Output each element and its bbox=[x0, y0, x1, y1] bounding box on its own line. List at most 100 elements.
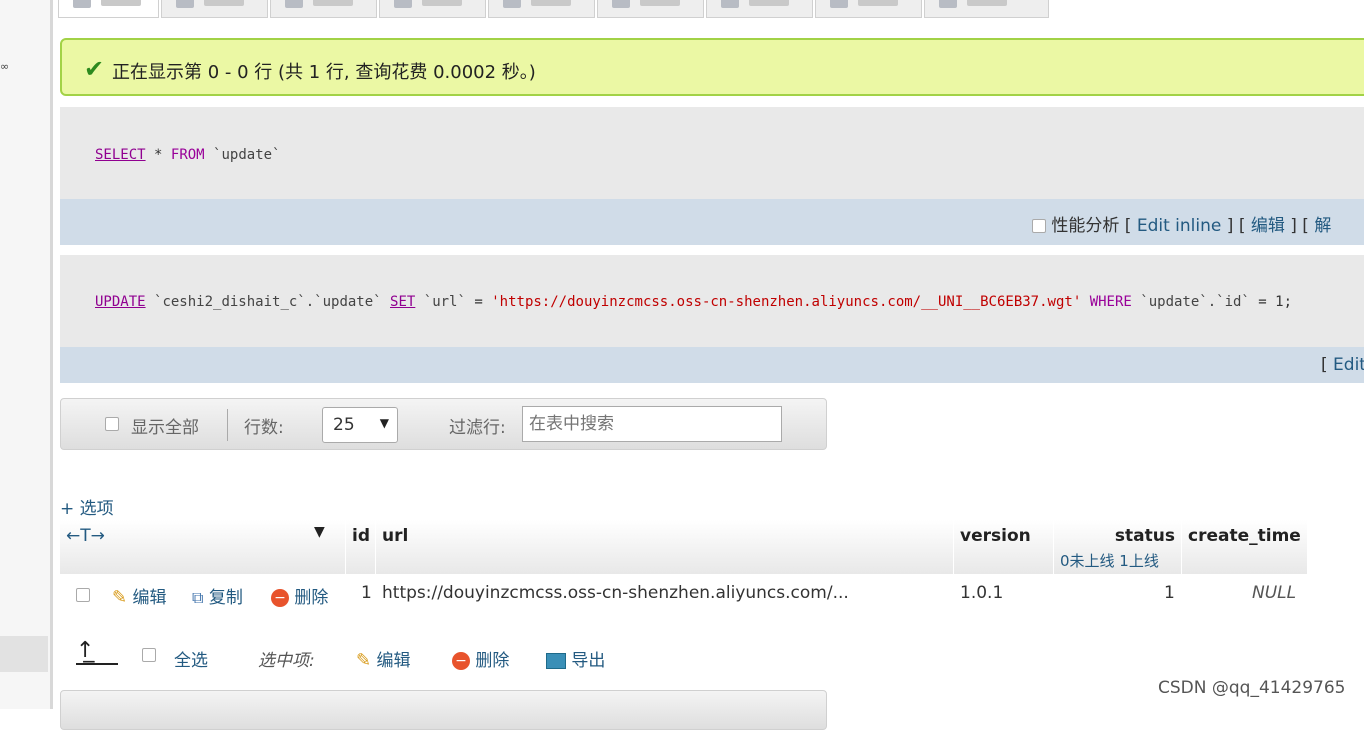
table-row: ✎ 编辑 ⧉ 复制 − 删除 1 https://douyinzcmcss.os… bbox=[60, 576, 1308, 612]
sql-column: `url` bbox=[423, 294, 466, 310]
structure-icon bbox=[176, 0, 194, 8]
sql-equals: = bbox=[474, 294, 483, 310]
success-message: ✔ 正在显示第 0 - 0 行 (共 1 行, 查询花费 0.0002 秒。) bbox=[60, 38, 1364, 96]
bulk-export-label: 导出 bbox=[571, 651, 606, 671]
column-header-create-time-label: create_time bbox=[1188, 526, 1301, 546]
column-menu-icon[interactable]: ▼ bbox=[314, 524, 325, 540]
edit-inline-link[interactable]: Edit bbox=[1333, 355, 1364, 375]
row-copy-action[interactable]: ⧉ 复制 bbox=[192, 583, 243, 608]
row-edit-action[interactable]: ✎ 编辑 bbox=[112, 583, 167, 608]
bulk-export-action[interactable]: 导出 bbox=[546, 646, 605, 671]
sql-keyword-select[interactable]: SELECT bbox=[95, 147, 146, 163]
bulk-actions-bar: ↑̲̲ 全选 选中项: ✎ 编辑 − 删除 导出 bbox=[60, 638, 660, 678]
tab-label-redacted bbox=[531, 0, 571, 6]
link-icon[interactable]: ∞ bbox=[0, 60, 9, 73]
tab-label-redacted bbox=[858, 0, 898, 6]
rows-select-value: 25 bbox=[333, 415, 355, 435]
query-actions: [ Edit bbox=[1321, 355, 1364, 375]
watermark: CSDN @qq_41429765 bbox=[1158, 678, 1346, 698]
table-header-controls: ←T→ ▼ bbox=[60, 520, 346, 574]
column-header-url[interactable]: url bbox=[376, 520, 954, 574]
tab-label-redacted bbox=[101, 0, 141, 6]
pencil-icon: ✎ bbox=[356, 650, 372, 671]
filter-rows-input[interactable] bbox=[522, 406, 782, 442]
tab-insert[interactable] bbox=[488, 0, 595, 18]
row-checkbox[interactable] bbox=[76, 588, 90, 602]
delete-icon: − bbox=[271, 589, 289, 607]
left-navigation-panel: ∞ bbox=[0, 0, 53, 709]
tab-import[interactable] bbox=[706, 0, 813, 18]
options-link[interactable]: + 选项 bbox=[60, 494, 114, 519]
insert-icon bbox=[503, 0, 521, 8]
pencil-icon: ✎ bbox=[112, 587, 128, 608]
sql-keyword-update[interactable]: UPDATE bbox=[95, 294, 146, 310]
arrows-icon[interactable]: ←T→ bbox=[66, 526, 105, 546]
tab-privileges[interactable] bbox=[815, 0, 922, 18]
operations-icon bbox=[939, 0, 957, 8]
edit-inline-link[interactable]: Edit inline bbox=[1137, 216, 1222, 236]
tab-sql[interactable] bbox=[270, 0, 377, 18]
sql-keyword-set[interactable]: SET bbox=[390, 294, 415, 310]
with-selected-label: 选中项: bbox=[258, 651, 315, 671]
rows-per-page-select[interactable]: 25 ▼ bbox=[322, 407, 398, 443]
bulk-delete-label: 删除 bbox=[475, 651, 510, 671]
tab-browse[interactable] bbox=[58, 0, 159, 18]
explain-link[interactable]: 解 bbox=[1314, 216, 1331, 236]
bulk-edit-action[interactable]: ✎ 编辑 bbox=[356, 646, 411, 671]
sql-query-text[interactable]: UPDATE `ceshi2_dishait_c`.`update` SET `… bbox=[95, 294, 1292, 310]
cell-version[interactable]: 1.0.1 bbox=[960, 583, 1003, 603]
row-delete-label: 删除 bbox=[294, 588, 329, 608]
profiling-checkbox[interactable] bbox=[1032, 219, 1046, 233]
arrow-up-icon: ↑̲̲ bbox=[76, 638, 95, 663]
dropdown-arrow-icon: ▼ bbox=[379, 416, 389, 430]
tab-label-redacted bbox=[313, 0, 353, 6]
arrow-baseline bbox=[76, 663, 118, 665]
show-all-label[interactable]: 显示全部 bbox=[131, 413, 199, 438]
query-actions: 性能分析 [ Edit inline ] [ 编辑 ] [ 解 bbox=[1032, 211, 1331, 236]
filter-label: 过滤行: bbox=[449, 418, 506, 438]
sql-query-toolbar: [ Edit bbox=[60, 347, 1364, 383]
cell-status[interactable]: 1 bbox=[1164, 583, 1175, 603]
nav-highlight-strip bbox=[0, 636, 48, 672]
check-icon: ✔ bbox=[84, 55, 105, 83]
export-icon bbox=[612, 0, 630, 8]
tab-label-redacted bbox=[749, 0, 789, 6]
cell-create-time[interactable]: NULL bbox=[1252, 583, 1296, 603]
browse-icon bbox=[73, 0, 91, 8]
tab-label-redacted bbox=[640, 0, 680, 6]
tab-export[interactable] bbox=[597, 0, 704, 18]
sql-query-box: SELECT * FROM `update` bbox=[60, 107, 1364, 199]
results-navigation-panel-bottom bbox=[60, 690, 827, 730]
tab-search[interactable] bbox=[379, 0, 486, 18]
sql-target-table: `ceshi2_dishait_c`.`update` bbox=[154, 294, 382, 310]
show-all-checkbox[interactable] bbox=[105, 417, 119, 431]
import-icon bbox=[721, 0, 739, 8]
column-header-url-label: url bbox=[382, 526, 409, 546]
privileges-icon bbox=[830, 0, 848, 8]
sql-where-condition: = 1; bbox=[1258, 294, 1293, 310]
tab-structure[interactable] bbox=[161, 0, 268, 18]
tab-label-redacted bbox=[967, 0, 1007, 6]
export-icon bbox=[546, 653, 566, 669]
select-all-checkbox[interactable] bbox=[142, 648, 156, 662]
cell-id[interactable]: 1 bbox=[361, 583, 372, 603]
edit-query-link[interactable]: 编辑 bbox=[1251, 216, 1285, 236]
row-delete-action[interactable]: − 删除 bbox=[271, 583, 328, 608]
column-header-id[interactable]: id bbox=[346, 520, 376, 574]
sql-table-name: `update` bbox=[213, 147, 281, 163]
column-header-version-label: version bbox=[960, 526, 1031, 546]
bulk-delete-action[interactable]: − 删除 bbox=[452, 646, 509, 671]
sql-star: * bbox=[154, 147, 163, 163]
column-header-status[interactable]: status 0未上线 1上线 bbox=[1054, 520, 1182, 574]
column-header-version[interactable]: version bbox=[954, 520, 1054, 574]
sql-query-text[interactable]: SELECT * FROM `update` bbox=[95, 147, 280, 163]
divider bbox=[227, 409, 228, 441]
cell-url[interactable]: https://douyinzcmcss.oss-cn-shenzhen.ali… bbox=[382, 583, 849, 603]
rows-label: 行数: bbox=[244, 418, 284, 438]
sql-string-value: 'https://douyinzcmcss.oss-cn-shenzhen.al… bbox=[491, 294, 1082, 310]
tab-operations[interactable] bbox=[924, 0, 1049, 18]
column-header-create-time[interactable]: create_time bbox=[1182, 520, 1308, 574]
select-all-label[interactable]: 全选 bbox=[174, 646, 208, 671]
sql-keyword-where: WHERE bbox=[1089, 294, 1132, 310]
tab-label-redacted bbox=[204, 0, 244, 6]
